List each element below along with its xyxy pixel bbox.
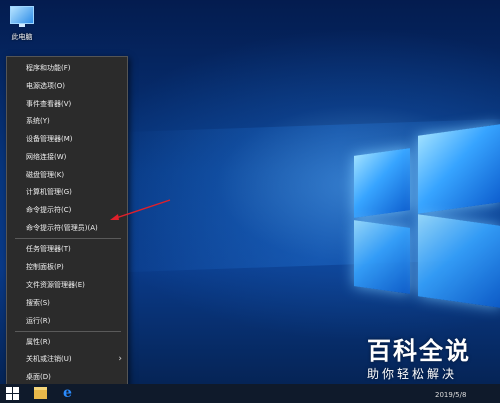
menu-item-run[interactable]: 运行(R) [7,313,127,329]
watermark: 百科全说 助你轻松解决 [367,337,487,397]
logo-pane [354,220,410,294]
menu-item-control-panel[interactable]: 控制面板(P) [7,259,127,275]
menu-item-search[interactable]: 搜索(S) [7,295,127,311]
windows-logo-wallpaper [340,100,500,360]
menu-item-shutdown-signout[interactable]: 关机或注销(U) › [7,351,127,367]
menu-item-desktop[interactable]: 桌面(D) [7,369,127,385]
menu-separator [15,238,121,239]
menu-separator [15,331,121,332]
menu-item-task-manager[interactable]: 任务管理器(T) [7,241,127,257]
menu-item-label: 关机或注销(U) [26,355,72,363]
menu-item-power-options[interactable]: 电源选项(O) [7,78,127,94]
file-explorer-taskbar-icon[interactable] [34,387,47,399]
menu-item-event-viewer[interactable]: 事件查看器(V) [7,96,127,112]
watermark-subtitle: 助你轻松解决 [367,367,458,381]
menu-item-disk-management[interactable]: 磁盘管理(K) [7,167,127,183]
menu-item-properties[interactable]: 属性(R) [7,334,127,350]
menu-item-device-manager[interactable]: 设备管理器(M) [7,131,127,147]
logo-pane [418,214,500,308]
computer-icon [10,6,34,27]
menu-item-programs-features[interactable]: 程序和功能(F) [7,60,127,76]
menu-item-file-explorer[interactable]: 文件资源管理器(E) [7,277,127,293]
logo-pane [354,148,410,218]
watermark-title: 百科全说 [367,337,471,365]
chevron-right-icon: › [118,354,122,364]
menu-item-system[interactable]: 系统(Y) [7,113,127,129]
red-arrow-annotation [110,199,171,220]
desktop-icon-label: 此电脑 [11,33,33,41]
menu-item-network-connections[interactable]: 网络连接(W) [7,149,127,165]
ie-browser-taskbar-icon[interactable]: e [63,385,72,401]
windows-start-icon[interactable] [6,387,19,400]
logo-pane [418,124,500,214]
this-pc-desktop-icon[interactable]: 此电脑 [4,6,40,42]
